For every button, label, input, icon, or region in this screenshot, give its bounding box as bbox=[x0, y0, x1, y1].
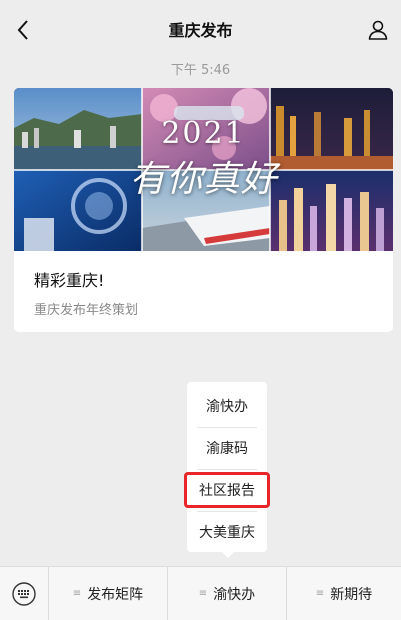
submenu-item-yukuaiban[interactable]: 渝快办 bbox=[187, 386, 267, 426]
top-nav-bar: 重庆发布 bbox=[0, 0, 401, 58]
banner-year-text: 2021 bbox=[161, 116, 246, 151]
menu-tab-label: 发布矩阵 bbox=[87, 586, 144, 603]
article-banner-image: 2021 有你真好 bbox=[14, 88, 393, 251]
message-timestamp: 下午 5:46 bbox=[170, 63, 231, 78]
submenu-item-community-report[interactable]: 社区报告 bbox=[187, 470, 267, 510]
keyboard-icon bbox=[12, 581, 36, 606]
menu-lines-icon: ≡ bbox=[72, 588, 82, 599]
profile-button[interactable] bbox=[365, 17, 391, 43]
submenu-pointer bbox=[221, 551, 235, 558]
menu-tab-yukuaiban[interactable]: ≡ 渝快办 bbox=[168, 567, 286, 620]
article-title: 精彩重庆! bbox=[34, 271, 105, 290]
menu-tab-xinqidai[interactable]: ≡ 新期待 bbox=[287, 567, 401, 620]
page-title: 重庆发布 bbox=[168, 21, 233, 40]
back-button[interactable] bbox=[10, 17, 36, 43]
banner-slogan-text: 有你真好 bbox=[129, 159, 278, 200]
menu-lines-icon: ≡ bbox=[315, 588, 325, 599]
submenu-item-yukangma[interactable]: 渝康码 bbox=[187, 428, 267, 468]
back-chevron-icon bbox=[17, 20, 28, 40]
article-subtitle: 重庆发布年终策划 bbox=[34, 303, 139, 318]
article-card[interactable]: 2021 有你真好 精彩重庆! 重庆发布年终策划 bbox=[14, 88, 393, 332]
menu-lines-icon: ≡ bbox=[198, 588, 208, 599]
menu-tab-label: 新期待 bbox=[330, 586, 373, 603]
keyboard-toggle-button[interactable] bbox=[0, 567, 48, 620]
profile-icon bbox=[368, 20, 388, 40]
menu-tab-fabu-matrix[interactable]: ≡ 发布矩阵 bbox=[49, 567, 167, 620]
menu-tab-label: 渝快办 bbox=[213, 586, 256, 603]
submenu-item-damei-chongqing[interactable]: 大美重庆 bbox=[187, 512, 267, 552]
bottom-menu-bar: ≡ 发布矩阵 ≡ 渝快办 ≡ 新期待 bbox=[0, 566, 401, 620]
submenu-popup: 渝快办 渝康码 社区报告 大美重庆 bbox=[187, 382, 267, 552]
